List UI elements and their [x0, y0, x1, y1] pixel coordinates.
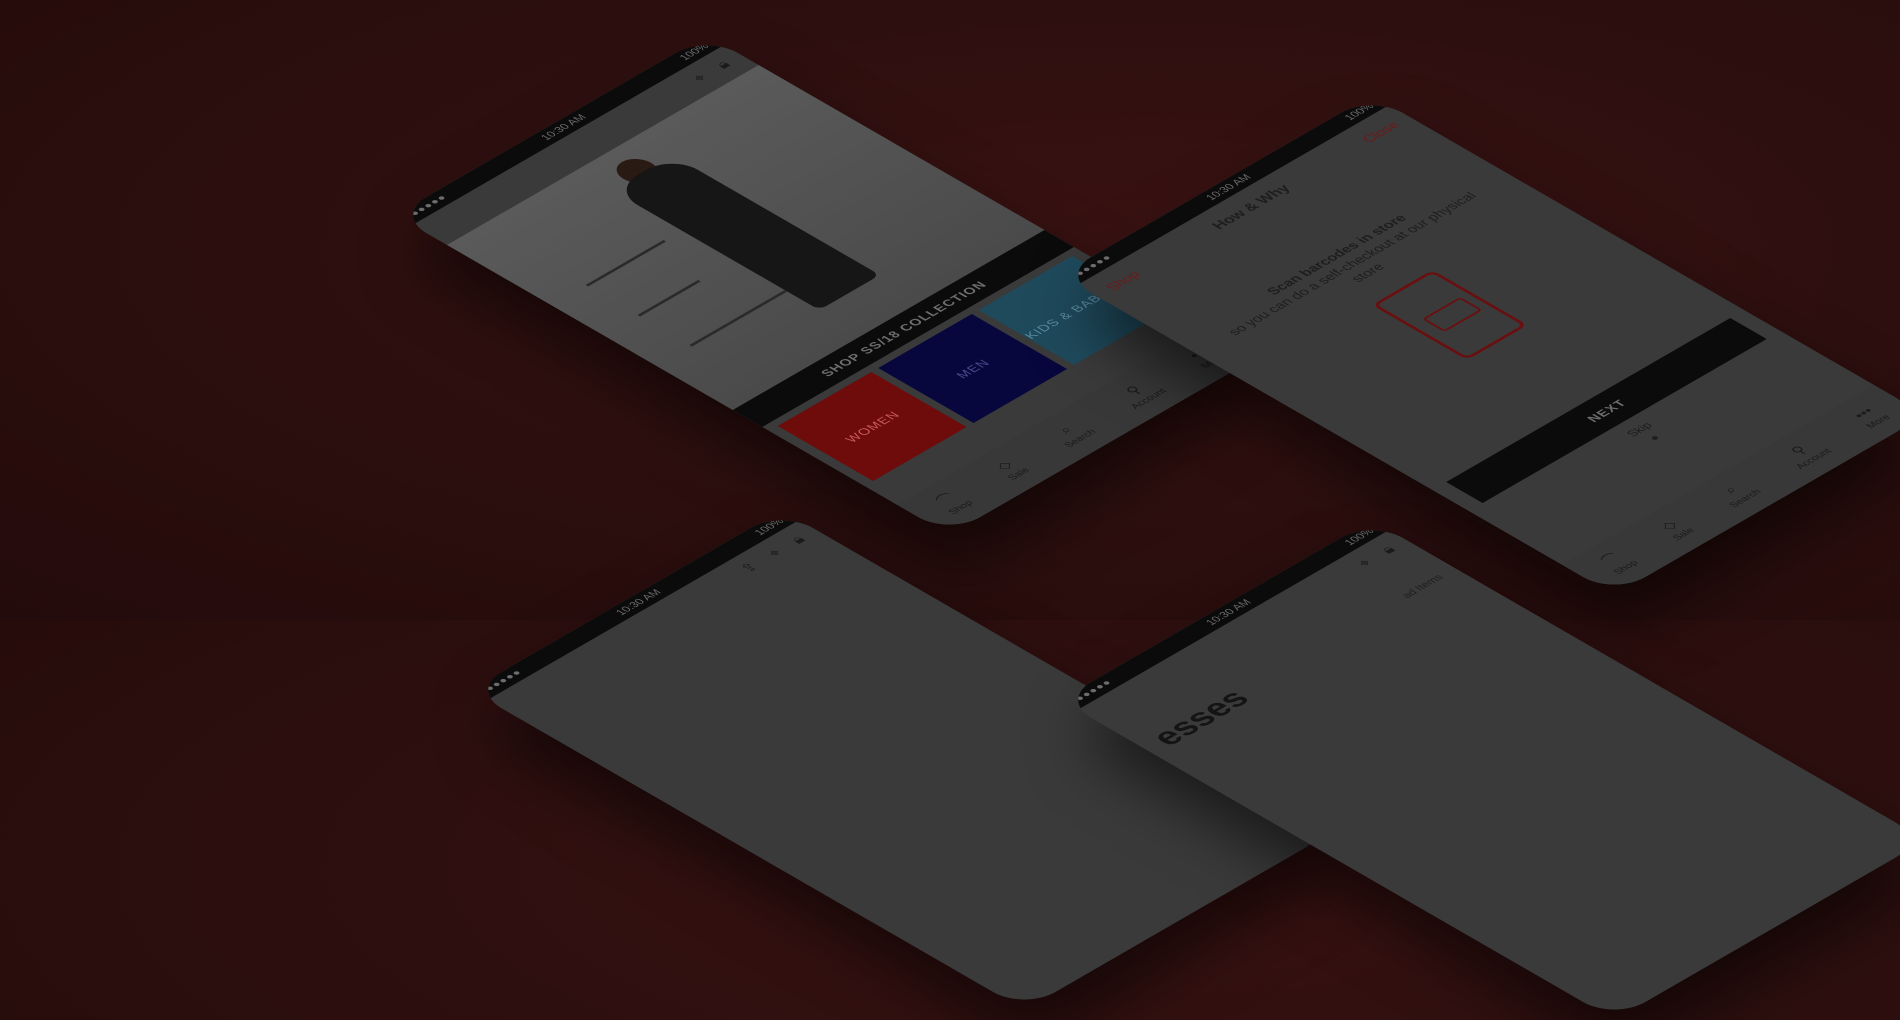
tile-label: MEN: [952, 356, 993, 381]
scan-icon[interactable]: ⌖: [1354, 557, 1377, 570]
next-label: NEXT: [1583, 397, 1630, 424]
decor-line: [637, 279, 701, 317]
tab-shop[interactable]: ⌒ Shop: [1595, 550, 1641, 576]
search-icon: ⌕: [1719, 483, 1742, 497]
back-shop-link[interactable]: Shop: [1102, 269, 1144, 293]
items-count-label: ad Items: [1399, 572, 1447, 601]
tag-icon: ◇: [1657, 518, 1682, 533]
status-bar: ●●●●● 10:30 AM 100%: [1060, 520, 1390, 710]
mockup-stage: ●●●●● 10:30 AM 100% ⌖ 🔒︎ SHOP SS/18 COLL…: [0, 0, 1900, 1020]
page-indicator: [1644, 432, 1667, 445]
page-dot: [1650, 435, 1659, 441]
decor-line: [689, 289, 788, 347]
status-bar: ●●●●● 10:30 AM 100%: [470, 510, 800, 700]
phone-how-why: ●●●●● 10:30 AM 100% Shop How & Why Close…: [1060, 95, 1900, 595]
search-icon: ⌕: [1054, 423, 1077, 437]
user-icon: ⚲: [1122, 383, 1147, 398]
tag-icon: ◇: [992, 458, 1017, 473]
tab-sale[interactable]: ◇ Sale: [1654, 517, 1698, 542]
lock-icon[interactable]: 🔒︎: [787, 533, 809, 546]
tab-search[interactable]: ⌕ Search: [1046, 418, 1099, 450]
lock-icon[interactable]: 🔒︎: [712, 58, 734, 71]
scan-icon[interactable]: ⌖: [689, 72, 712, 85]
lock-icon[interactable]: 🔒︎: [1377, 543, 1399, 556]
tab-sale[interactable]: ◇ Sale: [989, 457, 1033, 482]
tab-account[interactable]: ⚲ Account: [1777, 438, 1834, 471]
close-button[interactable]: Close: [1358, 119, 1403, 145]
model-figure: [611, 154, 880, 310]
tile-label: WOMEN: [841, 408, 904, 445]
price-tag-icon: [1421, 296, 1483, 332]
tab-shop[interactable]: ⌒ Shop: [930, 490, 976, 516]
tab-more[interactable]: •••More: [1848, 404, 1894, 430]
phone-bottom-right: ●●●●● 10:30 AM 100% ⌖ 🔒︎ esses ad Items: [1060, 520, 1900, 1020]
phone-scan-illustration-icon: [1371, 269, 1528, 360]
scan-icon[interactable]: ⌖: [764, 547, 787, 560]
share-icon[interactable]: ⇪: [737, 560, 763, 575]
tab-account[interactable]: ⚲ Account: [1112, 378, 1169, 411]
tab-search[interactable]: ⌕ Search: [1711, 478, 1764, 510]
user-icon: ⚲: [1787, 443, 1812, 458]
decor-line: [585, 239, 667, 287]
